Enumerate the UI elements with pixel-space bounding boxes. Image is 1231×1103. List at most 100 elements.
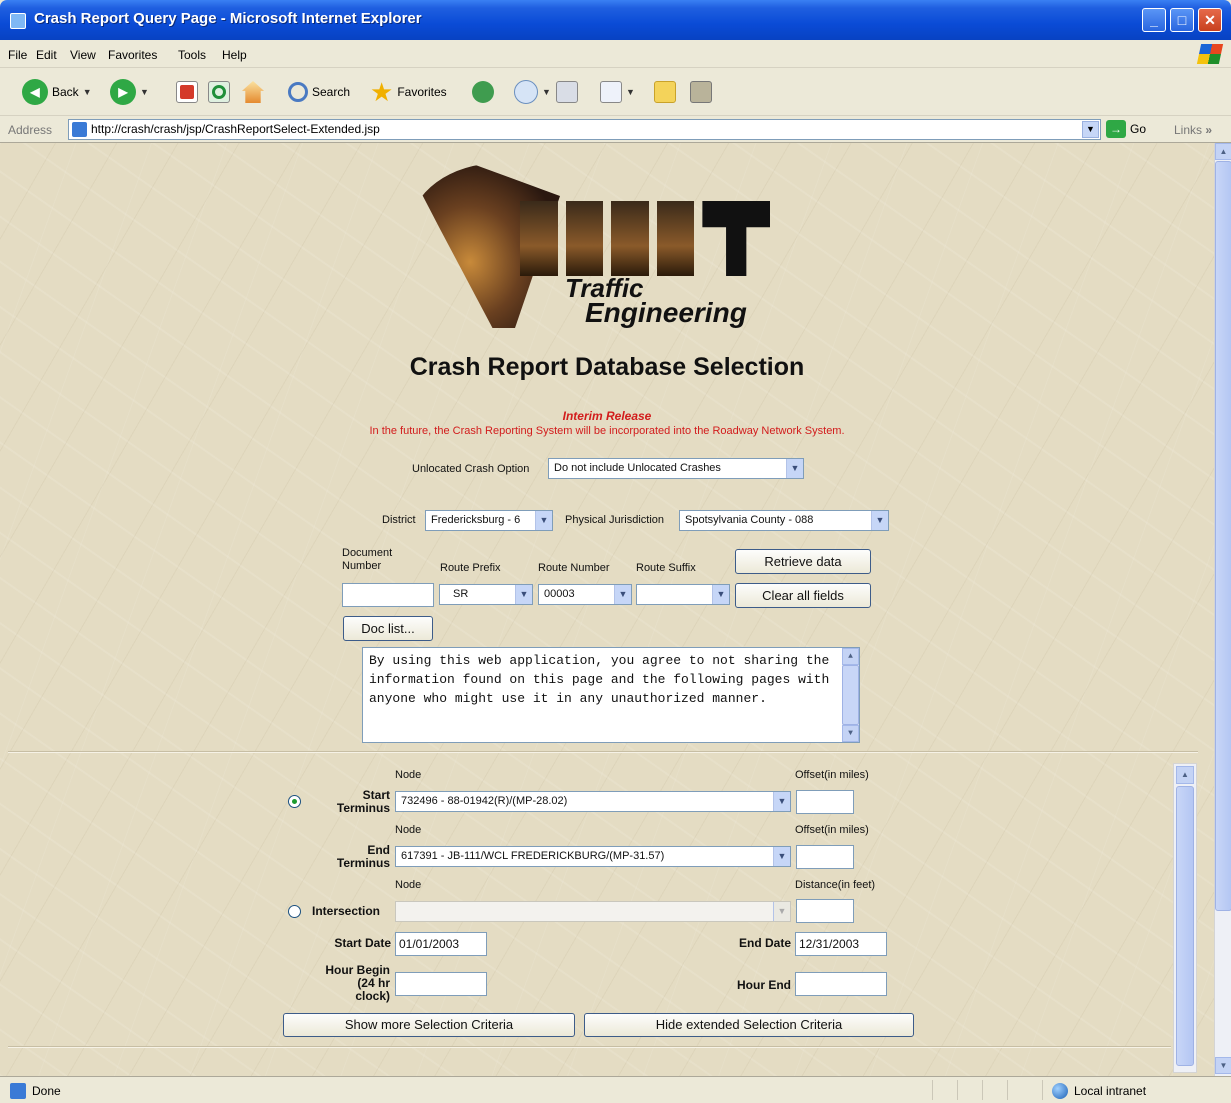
address-dropdown-icon[interactable]: ▼ xyxy=(1082,121,1099,138)
stop-icon xyxy=(176,81,198,103)
menu-file[interactable]: File xyxy=(8,48,27,62)
route-suffix-select[interactable]: ▼ xyxy=(636,584,730,605)
route-suffix-label: Route Suffix xyxy=(636,562,696,574)
intersection-distance-input[interactable] xyxy=(796,899,854,923)
agreement-scrollbar[interactable]: ▲ ▼ xyxy=(842,648,859,742)
chevron-down-icon: ▼ xyxy=(773,847,790,866)
back-button[interactable]: ◀ Back ▼ xyxy=(22,78,92,106)
research-button[interactable] xyxy=(690,78,712,106)
status-text: Done xyxy=(32,1084,61,1098)
extended-section-scrollbar[interactable]: ▲ xyxy=(1173,763,1197,1073)
forward-dropdown-icon[interactable]: ▼ xyxy=(140,87,149,97)
scroll-thumb[interactable] xyxy=(1176,786,1194,1066)
status-divider xyxy=(957,1080,958,1100)
clear-all-fields-button[interactable]: Clear all fields xyxy=(735,583,871,608)
scroll-up-icon[interactable]: ▲ xyxy=(842,648,859,665)
status-bar: Done Local intranet xyxy=(0,1076,1231,1103)
route-prefix-label: Route Prefix xyxy=(440,562,501,574)
jurisdiction-select[interactable]: Spotsylvania County - 088 ▼ xyxy=(679,510,889,531)
scroll-up-icon[interactable]: ▲ xyxy=(1176,766,1194,784)
end-terminus-value: 617391 - JB-111/WCL FREDERICKBURG/(MP-31… xyxy=(401,850,665,862)
document-number-input[interactable] xyxy=(342,583,434,607)
page-title: Crash Report Database Selection xyxy=(409,353,805,381)
hide-extended-criteria-button[interactable]: Hide extended Selection Criteria xyxy=(584,1013,914,1037)
search-button[interactable]: Search xyxy=(288,78,350,106)
show-more-criteria-button[interactable]: Show more Selection Criteria xyxy=(283,1013,575,1037)
go-arrow-icon: → xyxy=(1106,120,1126,138)
doc-list-button[interactable]: Doc list... xyxy=(343,616,433,641)
end-date-input[interactable]: 12/31/2003 xyxy=(795,932,887,956)
menu-edit[interactable]: Edit xyxy=(36,48,57,62)
folder-button[interactable] xyxy=(654,78,676,106)
start-date-label: Start Date xyxy=(334,936,391,950)
close-button[interactable]: ✕ xyxy=(1198,8,1222,32)
print-button[interactable] xyxy=(556,78,578,106)
start-node-label: Node xyxy=(395,769,422,781)
unlocated-crash-select[interactable]: Do not include Unlocated Crashes ▼ xyxy=(548,458,804,479)
ie-icon xyxy=(10,13,26,29)
stop-button[interactable] xyxy=(176,78,198,106)
history-button[interactable] xyxy=(472,78,494,106)
scroll-up-icon[interactable]: ▲ xyxy=(1215,143,1231,160)
scroll-thumb[interactable] xyxy=(1215,161,1231,911)
route-number-select[interactable]: 00003 ▼ xyxy=(538,584,632,605)
refresh-button[interactable] xyxy=(208,78,230,106)
retrieve-data-button[interactable]: Retrieve data xyxy=(735,549,871,574)
menu-help[interactable]: Help xyxy=(222,48,247,62)
jurisdiction-label: Physical Jurisdiction xyxy=(565,514,665,526)
home-button[interactable] xyxy=(242,78,264,106)
start-terminus-label-line2: Terminus xyxy=(336,801,390,815)
go-button[interactable]: → Go xyxy=(1106,120,1146,138)
menu-favorites[interactable]: Favorites xyxy=(108,48,157,62)
end-offset-input[interactable] xyxy=(796,845,854,869)
menu-tools[interactable]: Tools xyxy=(178,48,206,62)
start-terminus-radio[interactable] xyxy=(288,795,301,808)
go-label: Go xyxy=(1130,122,1147,136)
edit-button[interactable]: ▼ xyxy=(600,78,635,106)
maximize-button[interactable]: □ xyxy=(1170,8,1194,32)
back-arrow-icon: ◀ xyxy=(22,79,48,105)
toolbar: ◀ Back ▼ ▶ ▼ Search ★ Favorites ▼ ▼ xyxy=(0,68,1231,116)
address-url: http://crash/crash/jsp/CrashReportSelect… xyxy=(91,122,380,136)
jurisdiction-value: Spotsylvania County - 088 xyxy=(685,514,814,526)
mail-button[interactable]: ▼ xyxy=(514,78,551,106)
document-number-label: Document Number xyxy=(342,547,393,572)
section-divider xyxy=(8,1046,1171,1048)
forward-button[interactable]: ▶ ▼ xyxy=(110,78,149,106)
start-terminus-select[interactable]: 732496 - 88-01942(R)/(MP-28.02) ▼ xyxy=(395,791,791,812)
links-button[interactable]: Links » xyxy=(1174,123,1212,137)
hour-begin-input[interactable] xyxy=(395,972,487,996)
status-divider xyxy=(982,1080,983,1100)
research-icon xyxy=(690,81,712,103)
status-divider xyxy=(932,1080,933,1100)
district-value: Fredericksburg - 6 xyxy=(431,514,521,526)
scroll-down-icon[interactable]: ▼ xyxy=(1215,1057,1231,1074)
back-dropdown-icon[interactable]: ▼ xyxy=(83,87,92,97)
unlocated-crash-value: Do not include Unlocated Crashes xyxy=(554,462,721,474)
edit-dropdown-icon[interactable]: ▼ xyxy=(626,87,635,97)
address-input[interactable]: http://crash/crash/jsp/CrashReportSelect… xyxy=(68,119,1101,140)
chevron-down-icon: ▼ xyxy=(712,585,729,604)
scroll-down-icon[interactable]: ▼ xyxy=(842,725,859,742)
intersection-radio[interactable] xyxy=(288,905,301,918)
route-number-label: Route Number xyxy=(538,562,610,574)
start-terminus-label: Start Terminus xyxy=(320,789,390,815)
intersection-select[interactable]: ▼ xyxy=(395,901,791,922)
end-terminus-select[interactable]: 617391 - JB-111/WCL FREDERICKBURG/(MP-31… xyxy=(395,846,791,867)
page-done-icon xyxy=(10,1083,26,1099)
mail-dropdown-icon[interactable]: ▼ xyxy=(542,87,551,97)
start-offset-input[interactable] xyxy=(796,790,854,814)
route-prefix-select[interactable]: SR ▼ xyxy=(439,584,533,605)
home-icon xyxy=(242,81,264,103)
word-edit-icon xyxy=(600,81,622,103)
hour-end-input[interactable] xyxy=(795,972,887,996)
favorites-star-icon: ★ xyxy=(370,77,394,107)
scroll-thumb[interactable] xyxy=(842,665,859,725)
district-select[interactable]: Fredericksburg - 6 ▼ xyxy=(425,510,553,531)
favorites-button[interactable]: ★ Favorites xyxy=(370,78,447,106)
menu-view[interactable]: View xyxy=(70,48,96,62)
start-date-input[interactable]: 01/01/2003 xyxy=(395,932,487,956)
minimize-button[interactable]: _ xyxy=(1142,8,1166,32)
agreement-textarea[interactable]: By using this web application, you agree… xyxy=(362,647,860,743)
page-scrollbar[interactable]: ▲ ▼ xyxy=(1214,143,1231,1076)
